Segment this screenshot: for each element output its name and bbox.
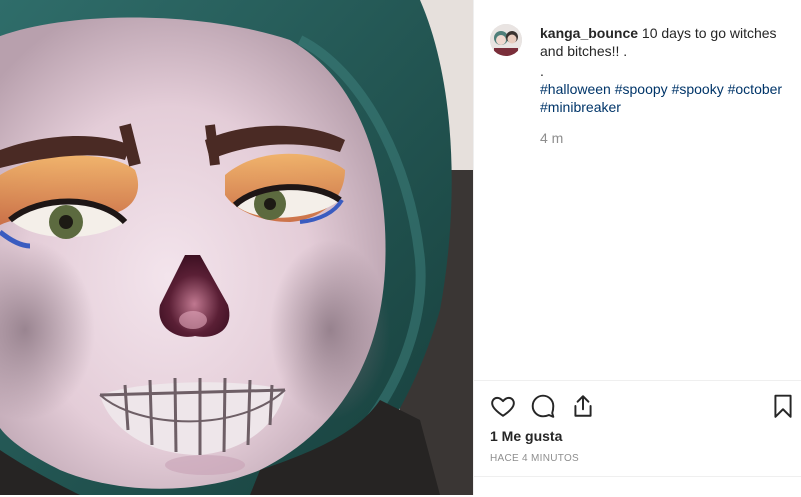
post-side-panel: kanga_bounce 10 days to go witches and b… xyxy=(473,0,801,495)
post-timestamp: HACE 4 MINUTOS xyxy=(490,453,580,464)
avatar[interactable] xyxy=(490,24,522,56)
hashtag-link[interactable]: #halloween xyxy=(540,81,611,97)
comment-age: 4 m xyxy=(540,130,564,146)
hashtag-link[interactable]: #spooky xyxy=(672,81,724,97)
heart-icon[interactable] xyxy=(490,393,518,421)
skull-makeup-selfie xyxy=(0,0,473,495)
hashtag-link[interactable]: #october xyxy=(728,81,782,97)
avatar-image xyxy=(490,24,522,56)
share-icon[interactable] xyxy=(570,393,598,421)
hashtag-link[interactable]: #minibreaker xyxy=(540,99,621,115)
caption-dot: . xyxy=(540,63,544,79)
hashtag-list: #halloween #spoopy #spooky #october #min… xyxy=(540,80,790,116)
post-caption: kanga_bounce 10 days to go witches and b… xyxy=(540,24,790,116)
comment-icon[interactable] xyxy=(530,393,558,421)
bookmark-icon[interactable] xyxy=(770,393,798,421)
comment-area[interactable] xyxy=(474,476,801,497)
instagram-post: kanga_bounce 10 days to go witches and b… xyxy=(0,0,801,495)
username-link[interactable]: kanga_bounce xyxy=(540,25,638,41)
post-photo[interactable] xyxy=(0,0,473,495)
like-count[interactable]: 1 Me gusta xyxy=(490,428,562,444)
hashtag-link[interactable]: #spoopy xyxy=(615,81,668,97)
action-bar: 1 Me gusta HACE 4 MINUTOS xyxy=(474,380,801,496)
